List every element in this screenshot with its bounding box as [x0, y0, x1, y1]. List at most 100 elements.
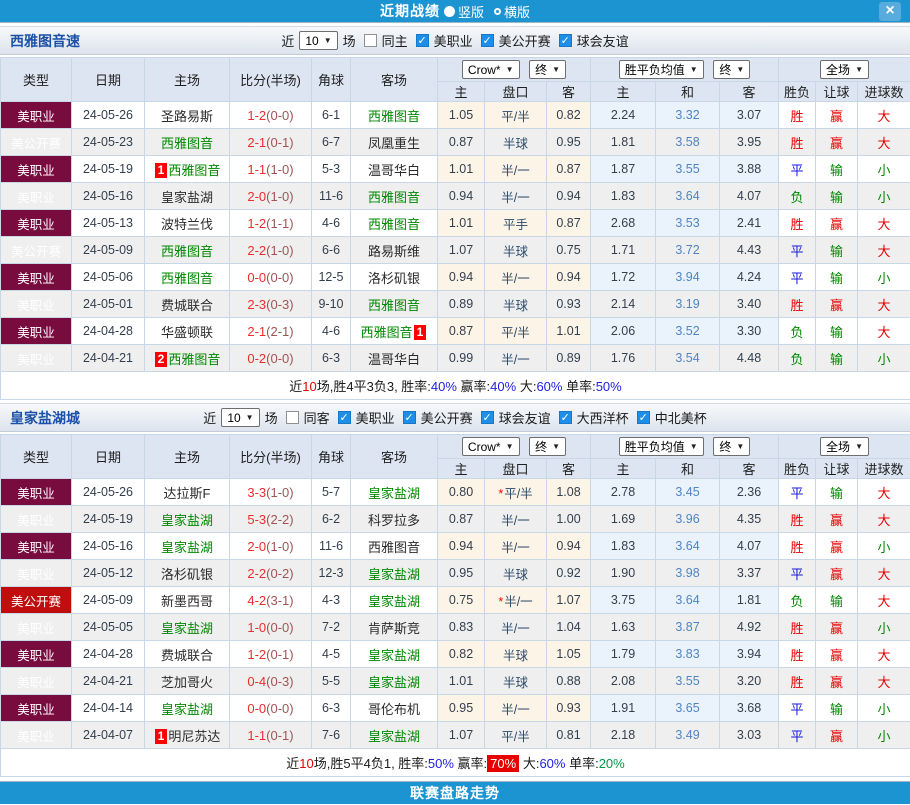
match-row: 美职业24-05-26圣路易斯1-2(0-0)6-1西雅图音1.05平/半0.8…: [1, 102, 910, 129]
away-team: 哥伦布机: [351, 695, 438, 722]
home-team: 皇家盐湖: [145, 506, 230, 533]
home-team: 皇家盐湖: [145, 614, 230, 641]
asian-away-odds: 1.00: [547, 506, 591, 533]
sub-header-asian-home: 主: [438, 82, 485, 102]
asian-home-odds: 0.87: [438, 129, 485, 156]
asian-away-odds: 0.81: [547, 722, 591, 749]
result-handicap: 赢: [816, 291, 858, 318]
halftime-score: (0-0): [266, 270, 293, 285]
fulltime-score: 0-0: [247, 270, 266, 285]
sub-header-asian-line: 盘口: [485, 459, 547, 479]
away-team: 科罗拉多: [351, 506, 438, 533]
col-header-home: 主场: [145, 435, 230, 479]
close-icon[interactable]: ×: [879, 2, 901, 21]
avg-stage-select[interactable]: 终▼: [713, 60, 750, 79]
match-score: 1-1(1-0): [230, 156, 312, 183]
match-score: 1-2(0-0): [230, 102, 312, 129]
result-goals: 小: [858, 264, 910, 291]
bookmaker-select[interactable]: Crow*▼: [462, 437, 520, 456]
avg-stage-select[interactable]: 终▼: [713, 437, 750, 456]
team-name: 西雅图音: [168, 352, 220, 367]
halftime-score: (0-0): [266, 351, 293, 366]
match-date: 24-04-28: [72, 641, 145, 668]
corners: 5-7: [312, 479, 351, 506]
radio-vertical-label[interactable]: 竖版: [458, 2, 484, 21]
league-filter-checkbox[interactable]: ✓: [481, 411, 494, 424]
asian-home-odds: 0.80: [438, 479, 485, 506]
chevron-down-icon: ▼: [855, 65, 863, 74]
same-venue-checkbox[interactable]: [286, 411, 299, 424]
match-count-select[interactable]: 10▼: [221, 408, 259, 427]
match-score: 2-3(0-3): [230, 291, 312, 318]
match-score: 1-0(0-0): [230, 614, 312, 641]
radio-horizontal-layout[interactable]: [494, 8, 501, 15]
competition-badge: 美职业: [1, 506, 72, 533]
league-filter-checkbox[interactable]: ✓: [637, 411, 650, 424]
home-team: 洛杉矶银: [145, 560, 230, 587]
halftime-score: (1-0): [266, 243, 293, 258]
col-header-type: 类型: [1, 58, 72, 102]
result-handicap: 输: [816, 237, 858, 264]
match-score: 0-4(0-3): [230, 668, 312, 695]
changed-line-marker: *: [498, 487, 503, 501]
match-row: 美职业24-04-28华盛顿联2-1(2-1)4-6西雅图音10.87平/半1.…: [1, 318, 910, 345]
competition-badge: 美职业: [1, 156, 72, 183]
same-venue-checkbox[interactable]: [364, 34, 377, 47]
avg-away-odds: 3.07: [720, 102, 779, 129]
corners: 6-2: [312, 506, 351, 533]
league-filter-checkbox[interactable]: ✓: [559, 34, 572, 47]
summary-stat: 近: [289, 379, 302, 394]
league-filter-label: 美职业: [356, 408, 395, 427]
odds-stage-select[interactable]: 终▼: [529, 60, 566, 79]
avg-draw-odds: 3.58: [656, 129, 720, 156]
radio-horizontal-label[interactable]: 横版: [504, 2, 530, 21]
result-goals: 大: [858, 668, 910, 695]
result-outcome: 平: [779, 479, 816, 506]
result-handicap: 赢: [816, 560, 858, 587]
scope-select[interactable]: 全场▼: [820, 60, 869, 79]
league-filter-checkbox[interactable]: ✓: [559, 411, 572, 424]
asian-home-odds: 1.01: [438, 668, 485, 695]
avg-odds-select[interactable]: 胜平负均值▼: [619, 437, 704, 456]
league-filter-checkbox[interactable]: ✓: [481, 34, 494, 47]
avg-odds-select[interactable]: 胜平负均值▼: [619, 60, 704, 79]
match-row: 美职业24-04-21芝加哥火0-4(0-3)5-5皇家盐湖1.01半球0.88…: [1, 668, 910, 695]
scope-select[interactable]: 全场▼: [820, 437, 869, 456]
match-date: 24-04-28: [72, 318, 145, 345]
league-filter-checkbox[interactable]: ✓: [403, 411, 416, 424]
asian-odds-group-header: Crow*▼ 终▼: [438, 58, 591, 82]
asian-home-odds: 0.82: [438, 641, 485, 668]
match-count-select[interactable]: 10▼: [299, 31, 337, 50]
corners: 11-6: [312, 533, 351, 560]
filter-bar: 近10▼场同主✓美职业✓美公开赛✓球会友谊: [279, 31, 630, 50]
avg-away-odds: 2.36: [720, 479, 779, 506]
match-score: 2-1(0-1): [230, 129, 312, 156]
asian-handicap-line: 半/一: [485, 156, 547, 183]
match-score: 5-3(2-2): [230, 506, 312, 533]
odds-stage-select[interactable]: 终▼: [529, 437, 566, 456]
home-team: 西雅图音: [145, 237, 230, 264]
competition-badge: 美职业: [1, 102, 72, 129]
team-name: 洛杉矶银: [161, 567, 213, 582]
result-outcome: 平: [779, 156, 816, 183]
avg-away-odds: 3.88: [720, 156, 779, 183]
league-filter-checkbox[interactable]: ✓: [338, 411, 351, 424]
competition-badge: 美职业: [1, 533, 72, 560]
sub-header-goals: 进球数: [858, 82, 910, 102]
league-filter-checkbox[interactable]: ✓: [416, 34, 429, 47]
team-name: 科罗拉多: [368, 513, 420, 528]
team-name: 西雅图音: [368, 298, 420, 313]
result-outcome: 胜: [779, 102, 816, 129]
match-date: 24-05-16: [72, 533, 145, 560]
avg-draw-odds: 3.83: [656, 641, 720, 668]
asian-handicap-line: 半/一: [485, 695, 547, 722]
away-team: 皇家盐湖: [351, 641, 438, 668]
team-title: 皇家盐湖城: [10, 408, 80, 428]
radio-vertical-layout[interactable]: [444, 6, 455, 17]
bookmaker-select[interactable]: Crow*▼: [462, 60, 520, 79]
sub-header-avg-home: 主: [591, 82, 656, 102]
result-outcome: 平: [779, 695, 816, 722]
team-section-seattle: 西雅图音速 近10▼场同主✓美职业✓美公开赛✓球会友谊 类型 日期 主场 比分(…: [0, 26, 910, 400]
league-filter-label: 球会友谊: [499, 408, 551, 427]
avg-away-odds: 1.81: [720, 587, 779, 614]
